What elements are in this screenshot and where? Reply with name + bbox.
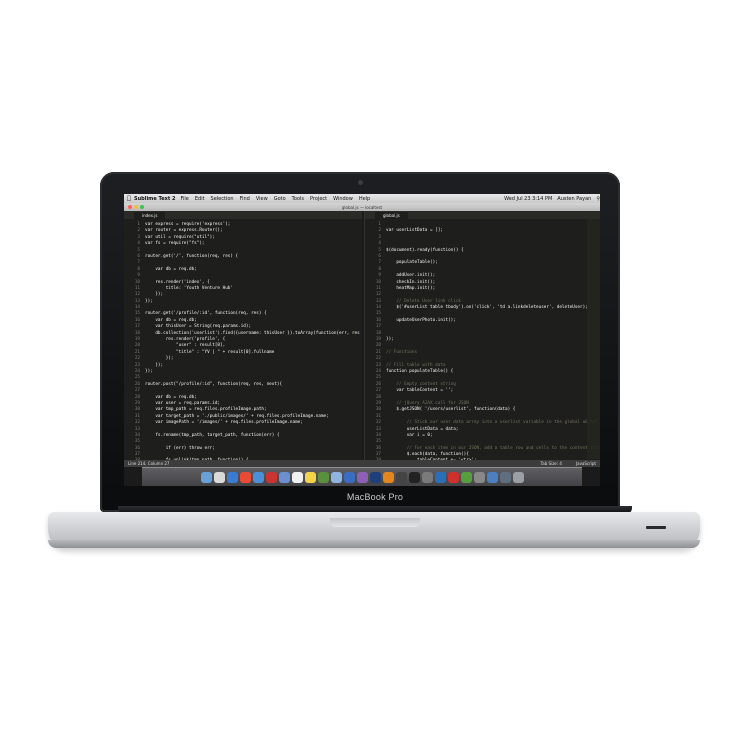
code-text: $.getJSON( '/users/userlist', function(d… [386, 407, 516, 413]
app-store-icon[interactable] [434, 471, 446, 483]
laptop-screen:  Sublime Text 2 File Edit Selection Find Vi… [124, 194, 600, 486]
status-bar: Line 214, Column 27 Tab Size: 4 JavaScri… [124, 460, 600, 467]
code-text: var imagePath = '/images/' + req.files.p… [145, 420, 303, 426]
code-text: function populateTable() { [386, 368, 454, 374]
zoom-window-button[interactable] [140, 205, 144, 209]
code-text: if (err) throw err; [145, 445, 215, 451]
itunes-icon[interactable] [356, 471, 368, 483]
minimap[interactable] [587, 219, 600, 459]
brand-label: MacBook Pro [346, 492, 404, 502]
code-text: }); [145, 368, 153, 374]
opera-icon[interactable] [265, 471, 277, 483]
window-title: global.js — localtest [341, 204, 383, 210]
menubar-clock[interactable]: Wed Jul 23 3:14 PM [504, 196, 552, 202]
menu-item-tools[interactable]: Tools [292, 196, 304, 202]
menu-item-view[interactable]: View [256, 196, 268, 202]
contacts-icon[interactable] [278, 471, 290, 483]
finder-icon[interactable] [200, 471, 212, 483]
code-text: $(document).ready(function() { [386, 247, 464, 253]
messages-icon[interactable] [330, 471, 342, 483]
code-text: heatMap.init(); [386, 285, 436, 291]
code-text: }); [145, 298, 153, 304]
cursor-position: Line 214, Column 27 [128, 461, 170, 466]
chrome-icon[interactable] [239, 471, 251, 483]
illustrator-icon[interactable] [382, 471, 394, 483]
photoshop-icon[interactable] [369, 471, 381, 483]
safari-icon[interactable] [226, 471, 238, 483]
system-preferences-icon[interactable] [421, 471, 433, 483]
code-text: }); [386, 337, 394, 343]
close-window-button[interactable] [128, 205, 132, 209]
menu-item-goto[interactable]: Goto [274, 196, 286, 202]
search-icon[interactable]: ⚲ [596, 196, 600, 202]
sublime-icon[interactable] [395, 471, 407, 483]
terminal-icon[interactable] [408, 471, 420, 483]
dock [142, 467, 582, 486]
tab-size[interactable]: Tab Size: 4 [541, 461, 562, 466]
menu-item-window[interactable]: Window [333, 196, 353, 202]
menu-item-selection[interactable]: Selection [211, 196, 234, 202]
code-text: var tableContent = ''; [386, 388, 454, 394]
preview-icon[interactable] [473, 471, 485, 483]
code-area-left[interactable]: 1 var express = require('express'); 2 var r… [124, 219, 362, 460]
notes-icon[interactable] [304, 471, 316, 483]
mail-icon[interactable] [252, 471, 264, 483]
tab-global-js[interactable]: global.js [375, 212, 408, 219]
window-titlebar: global.js — localtest [124, 203, 600, 211]
code-text: var db = req.db; [145, 266, 197, 272]
tab-bar-right: global.js [365, 211, 600, 219]
editor-pane-left[interactable]: index.js 1 var express = require('express… [124, 211, 362, 460]
laptop:  Sublime Text 2 File Edit Selection Find Vi… [0, 0, 750, 750]
reminders-icon[interactable] [317, 471, 329, 483]
code-text: // Functions [386, 349, 418, 355]
laptop-base-edge [48, 540, 700, 548]
folder-icon[interactable] [486, 471, 498, 483]
calendar-icon[interactable] [291, 471, 303, 483]
tab-index-js[interactable]: index.js [134, 212, 166, 219]
code-text: var fs = require("fs"); [145, 241, 205, 247]
lid-open-notch [330, 518, 420, 527]
spreadsheet-icon[interactable] [460, 471, 472, 483]
trash-icon[interactable] [512, 471, 524, 483]
menubar-user[interactable]: Austen Payan [557, 196, 591, 202]
code-text: var userListData = []; [386, 228, 443, 234]
editor-pane-right[interactable]: global.js 1 2 var userListData = []; 3 4 5 $(d… [364, 211, 600, 460]
menu-item-edit[interactable]: Edit [195, 196, 205, 202]
app-name[interactable]: Sublime Text 2 [134, 196, 175, 202]
downloads-icon[interactable] [499, 471, 511, 483]
code-text: fs.rename(tmp_path, target_path, functio… [145, 432, 280, 438]
sd-card-slot [646, 526, 666, 529]
menu-item-file[interactable]: File [180, 196, 188, 202]
menu-item-project[interactable]: Project [310, 196, 327, 202]
camera-icon [358, 180, 363, 185]
facetime-icon[interactable] [343, 471, 355, 483]
minimize-window-button[interactable] [134, 205, 138, 209]
tab-bar-left: index.js [124, 211, 362, 219]
code-text: populateTable(); [386, 260, 438, 266]
code-text: var i = 0; [386, 432, 433, 438]
code-area-right[interactable]: 1 2 var userListData = []; 3 4 5 $(document).r… [365, 219, 600, 460]
apple-icon[interactable]:  [124, 195, 134, 202]
filezilla-icon[interactable] [447, 471, 459, 483]
code-text: updateUserPhoto.init(); [386, 317, 456, 323]
code-text: router.get('/', function(req, res) { [145, 253, 239, 259]
code-text: $('#userList table tbody').on('click', '… [386, 305, 588, 311]
menu-item-help[interactable]: Help [359, 196, 370, 202]
menu-item-find[interactable]: Find [240, 196, 250, 202]
launchpad-icon[interactable] [213, 471, 225, 483]
code-line[interactable]: 14 $('#userList table tbody').on('click'… [365, 305, 600, 311]
code-text: router.post("/profile/:id", function(req… [145, 381, 283, 387]
syntax-mode[interactable]: JavaScript [576, 461, 596, 466]
menu-bar:  Sublime Text 2 File Edit Selection Find Vi… [124, 194, 600, 203]
